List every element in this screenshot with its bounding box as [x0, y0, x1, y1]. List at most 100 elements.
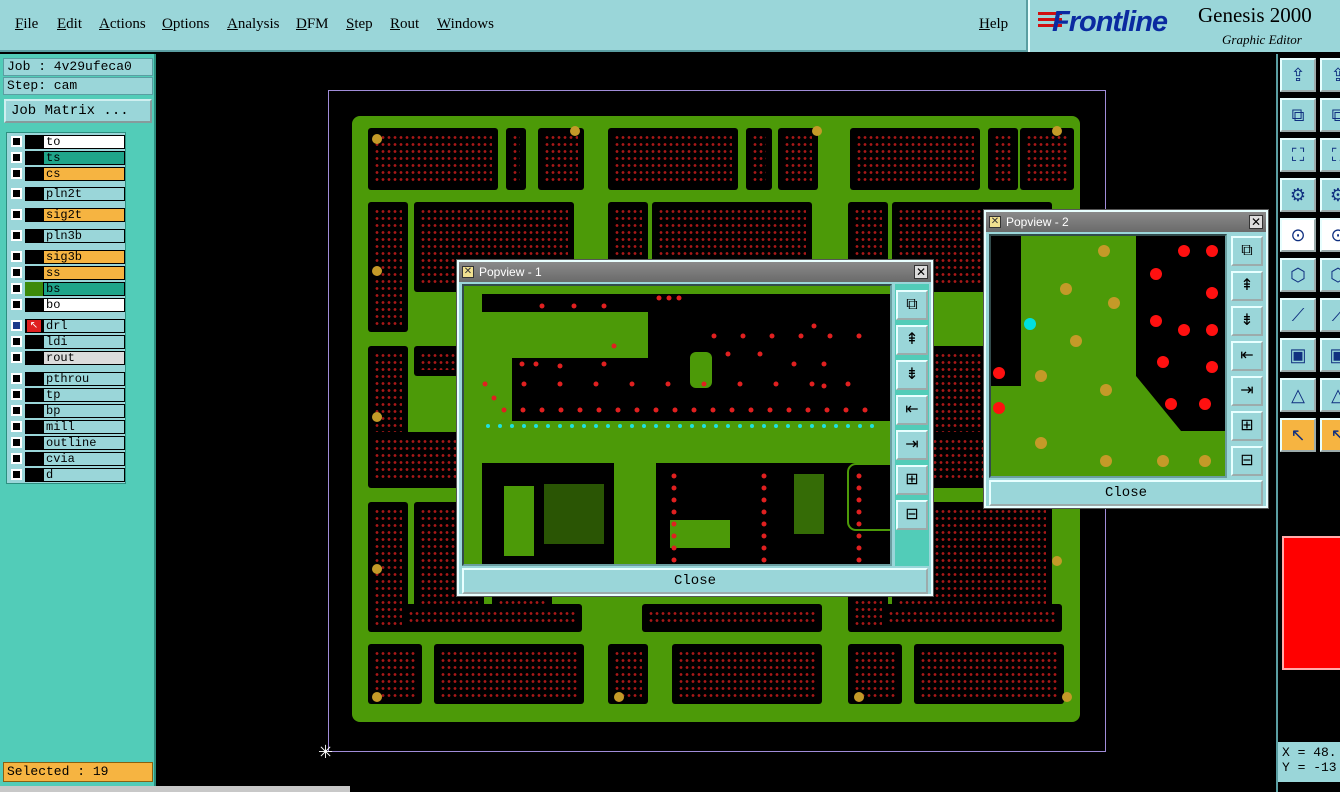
component-area	[882, 604, 1062, 632]
layer-checkbox[interactable]	[11, 389, 22, 400]
angle-icon[interactable]: △	[1320, 378, 1340, 412]
close-icon[interactable]: ✕	[1249, 215, 1263, 229]
network-icon[interactable]: ⬡	[1320, 258, 1340, 292]
layer-row-bs[interactable]: bs	[9, 282, 125, 296]
layer-row-pln2t[interactable]: pln2t	[9, 187, 125, 201]
zoom-in-icon[interactable]: ⊞	[896, 465, 928, 495]
menu-windows[interactable]: Windows	[437, 16, 494, 33]
layer-checkbox[interactable]	[11, 320, 22, 331]
layer-row-to[interactable]: to	[9, 135, 125, 149]
layer-row-ss[interactable]: ss	[9, 266, 125, 280]
layer-checkbox[interactable]	[11, 373, 22, 384]
layer-row-rout[interactable]: rout	[9, 351, 125, 365]
cursor-icon[interactable]: ↖	[1320, 418, 1340, 452]
popview-1-close-button[interactable]: Close	[462, 568, 928, 594]
menu-options[interactable]: Options	[162, 16, 210, 33]
layer-row-pln3b[interactable]: pln3b	[9, 229, 125, 243]
layer-up-icon[interactable]: ⇞	[1231, 271, 1263, 301]
window-menu-icon[interactable]: ✕	[462, 266, 474, 278]
zoom-fit-icon[interactable]: ⧉	[1231, 236, 1263, 266]
pan-right-icon[interactable]: ⇥	[896, 430, 928, 460]
pan-left-icon[interactable]: ⇤	[896, 395, 928, 425]
menu-rout[interactable]: Rout	[390, 16, 419, 33]
setup-icon[interactable]: ⚙	[1280, 178, 1316, 212]
move-up-icon[interactable]: ⇪	[1320, 58, 1340, 92]
layer-checkbox[interactable]	[11, 283, 22, 294]
menu-edit[interactable]: Edit	[57, 16, 82, 33]
layer-checkbox[interactable]	[11, 230, 22, 241]
layer-checkbox[interactable]	[11, 209, 22, 220]
layer-down-icon[interactable]: ⇟	[1231, 306, 1263, 336]
layer-row-cvia[interactable]: cvia	[9, 452, 125, 466]
layer-row-sig3b[interactable]: sig3b	[9, 250, 125, 264]
job-matrix-button[interactable]: Job Matrix ...	[4, 99, 152, 123]
component-area	[988, 128, 1018, 190]
component-area	[642, 604, 822, 632]
layer-checkbox[interactable]	[11, 299, 22, 310]
layer-row-cs[interactable]: cs	[9, 167, 125, 181]
layer-up-icon[interactable]: ⇞	[896, 325, 928, 355]
menu-analysis[interactable]: Analysis	[227, 16, 280, 33]
color-swatch[interactable]	[1282, 536, 1340, 670]
menu-file[interactable]: File	[15, 16, 38, 33]
line-icon[interactable]: ⟋	[1280, 298, 1316, 332]
layer-row-pthrou[interactable]: pthrou	[9, 372, 125, 386]
layer-down-icon[interactable]: ⇟	[896, 360, 928, 390]
network-icon[interactable]: ⬡	[1280, 258, 1316, 292]
layer-checkbox[interactable]	[11, 453, 22, 464]
layer-row-bo[interactable]: bo	[9, 298, 125, 312]
snap-icon[interactable]: ⊙	[1320, 218, 1340, 252]
shape-icon[interactable]: ▣	[1320, 338, 1340, 372]
layer-checkbox[interactable]	[11, 437, 22, 448]
layer-checkbox[interactable]	[11, 336, 22, 347]
popview-2-titlebar[interactable]: ✕ Popview - 2 ✕	[986, 212, 1266, 232]
move-up-icon[interactable]: ⇪	[1280, 58, 1316, 92]
layer-checkbox[interactable]	[11, 188, 22, 199]
fit-icon[interactable]: ⛶	[1320, 138, 1340, 172]
tooling-pad	[1062, 692, 1072, 702]
layer-row-tp[interactable]: tp	[9, 388, 125, 402]
layer-row-sig2t[interactable]: sig2t	[9, 208, 125, 222]
layer-checkbox[interactable]	[11, 136, 22, 147]
menu-step[interactable]: Step	[346, 16, 373, 33]
zoom-out-icon[interactable]: ⊟	[1231, 446, 1263, 476]
pan-left-icon[interactable]: ⇤	[1231, 341, 1263, 371]
layer-row-ldi[interactable]: ldi	[9, 335, 125, 349]
layer-checkbox[interactable]	[11, 168, 22, 179]
fit-icon[interactable]: ⛶	[1280, 138, 1316, 172]
layer-row-mill[interactable]: mill	[9, 420, 125, 434]
close-icon[interactable]: ✕	[914, 265, 928, 279]
layer-row-d[interactable]: d	[9, 468, 125, 482]
zoom-in-icon[interactable]: ⊞	[1231, 411, 1263, 441]
copy-icon[interactable]: ⧉	[1280, 98, 1316, 132]
window-menu-icon[interactable]: ✕	[989, 216, 1001, 228]
cursor-icon[interactable]: ↖	[1280, 418, 1316, 452]
layer-checkbox[interactable]	[11, 267, 22, 278]
popview-2-close-button[interactable]: Close	[989, 480, 1263, 506]
menu-help[interactable]: Help	[979, 16, 1008, 33]
copy-icon[interactable]: ⧉	[1320, 98, 1340, 132]
angle-icon[interactable]: △	[1280, 378, 1316, 412]
layer-checkbox[interactable]	[11, 405, 22, 416]
layer-row-ts[interactable]: ts	[9, 151, 125, 165]
popview-1-titlebar[interactable]: ✕ Popview - 1 ✕	[459, 262, 931, 282]
layer-checkbox[interactable]	[11, 152, 22, 163]
setup-icon[interactable]: ⚙	[1320, 178, 1340, 212]
line-icon[interactable]: ⟋	[1320, 298, 1340, 332]
popview-2-view[interactable]	[989, 234, 1227, 478]
layer-row-outline[interactable]: outline	[9, 436, 125, 450]
layer-checkbox[interactable]	[11, 469, 22, 480]
snap-icon[interactable]: ⊙	[1280, 218, 1316, 252]
layer-row-bp[interactable]: bp	[9, 404, 125, 418]
shape-icon[interactable]: ▣	[1280, 338, 1316, 372]
layer-row-drl[interactable]: ↖ drl	[9, 319, 125, 333]
menu-actions[interactable]: Actions	[99, 16, 146, 33]
layer-checkbox[interactable]	[11, 352, 22, 363]
popview-1-view[interactable]	[462, 284, 892, 566]
zoom-fit-icon[interactable]: ⧉	[896, 290, 928, 320]
layer-checkbox[interactable]	[11, 421, 22, 432]
menu-dfm[interactable]: DFM	[296, 16, 329, 33]
pan-right-icon[interactable]: ⇥	[1231, 376, 1263, 406]
layer-checkbox[interactable]	[11, 251, 22, 262]
zoom-out-icon[interactable]: ⊟	[896, 500, 928, 530]
